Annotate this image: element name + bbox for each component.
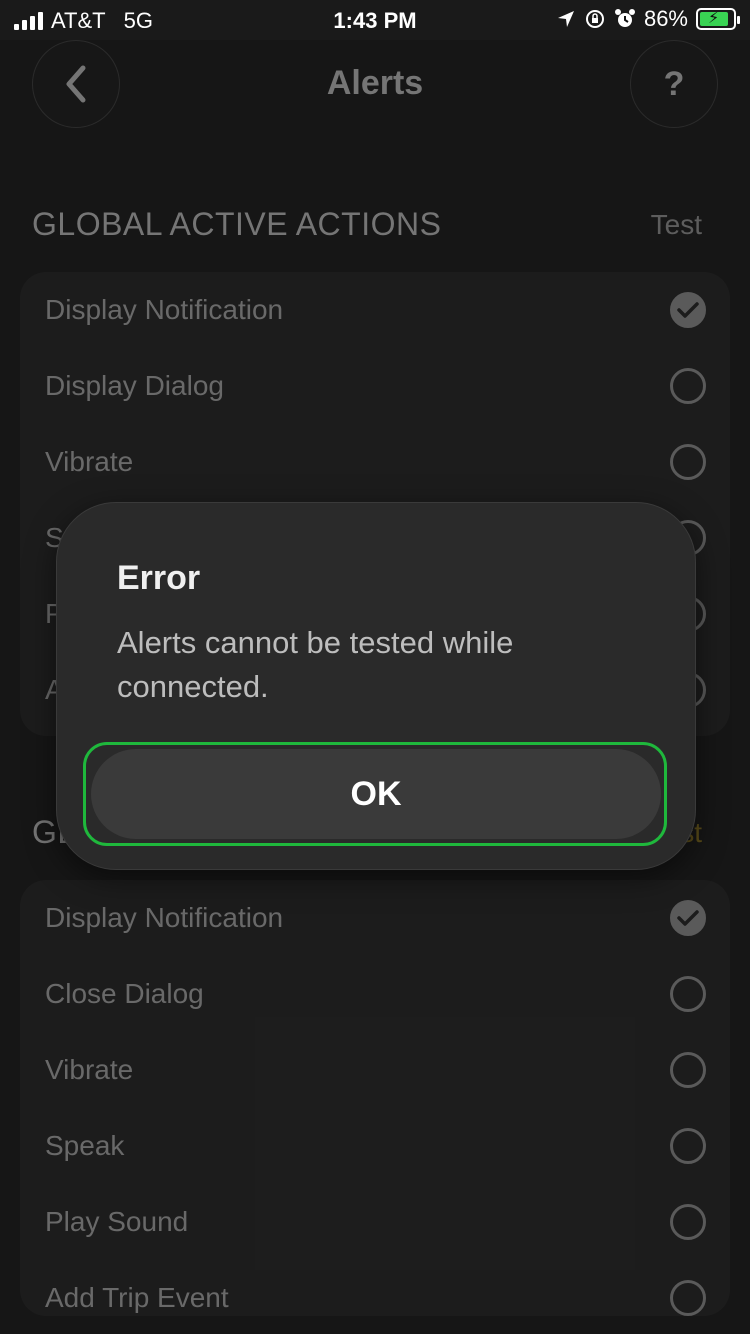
battery-percent: 86% <box>643 6 688 31</box>
dialog-message: Alerts cannot be tested while connected. <box>117 625 514 704</box>
location-icon <box>557 11 574 27</box>
rotation-lock-icon <box>585 10 604 28</box>
status-bar: AT&T 5G 1:43 PM 86% ⚡ <box>0 0 750 40</box>
status-right: 86% ⚡ <box>556 6 740 32</box>
error-dialog: Error Alerts cannot be tested while conn… <box>56 502 696 870</box>
alarm-icon <box>614 9 635 27</box>
dialog-title: Error <box>117 559 201 597</box>
battery-icon: ⚡ <box>696 8 740 30</box>
ok-button[interactable]: OK <box>91 749 661 839</box>
